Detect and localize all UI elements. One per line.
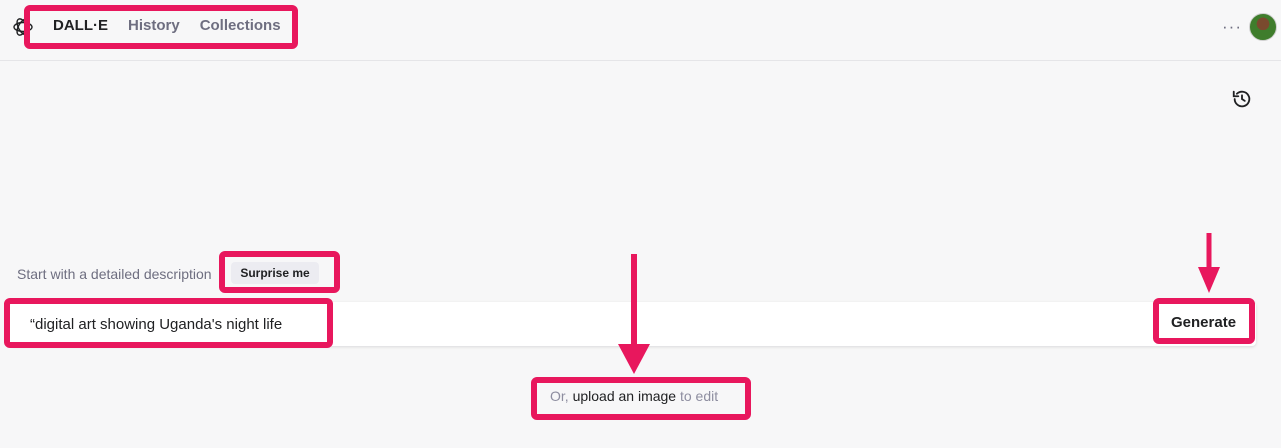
generate-button[interactable]: Generate [1171, 314, 1236, 331]
prompt-hint: Start with a detailed description [17, 266, 212, 282]
surprise-me-button[interactable]: Surprise me [231, 262, 319, 284]
upload-prefix: Or, [550, 388, 573, 404]
tab-history[interactable]: History [128, 17, 180, 34]
upload-image-link[interactable]: upload an image [573, 388, 677, 404]
avatar[interactable] [1249, 13, 1277, 41]
history-icon[interactable] [1231, 88, 1253, 110]
prompt-input[interactable] [30, 314, 1130, 334]
arrow-to-generate-icon [1198, 233, 1220, 293]
main-nav: DALL·E History Collections [53, 17, 281, 34]
upload-suffix: to edit [676, 388, 719, 404]
more-options-icon[interactable]: ··· [1222, 17, 1242, 37]
openai-logo-icon[interactable] [11, 15, 35, 39]
tab-collections[interactable]: Collections [200, 17, 281, 34]
tab-dalle[interactable]: DALL·E [53, 17, 108, 34]
upload-line: Or, upload an image to edit [550, 388, 718, 404]
top-bar: DALL·E History Collections ··· [0, 0, 1281, 61]
prompt-bar: Generate [10, 302, 1256, 346]
